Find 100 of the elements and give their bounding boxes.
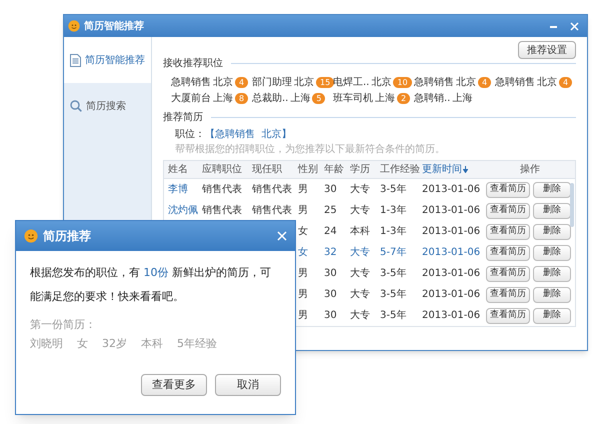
close-icon[interactable] [570, 22, 579, 30]
table-cell-text: 30 [324, 267, 338, 281]
delete-button[interactable]: 删除 [533, 266, 571, 282]
table-cell-text: 1-3年 [380, 204, 408, 218]
position-name[interactable]: 急聘销售 [495, 74, 535, 90]
table-cell-text: 男 [298, 267, 309, 281]
table-cell-text: 2013-01-06 [422, 225, 482, 239]
sidebar-item[interactable]: 简历智能推荐 [64, 37, 151, 83]
more-button[interactable]: 查看更多 [141, 374, 207, 396]
popup-title: 简历推荐 [43, 228, 91, 245]
table-cell-text: 3-5年 [380, 183, 408, 197]
column-header[interactable]: 工作经验 [380, 162, 422, 177]
column-header[interactable]: 年龄 [324, 162, 350, 177]
name-link[interactable]: 沈灼佩 [168, 203, 202, 218]
delete-button[interactable]: 删除 [533, 244, 571, 260]
resume-detail: 刘晓明 [30, 336, 63, 352]
position-name[interactable]: 电焊工.. [333, 74, 370, 90]
smiley-icon [24, 229, 38, 243]
resume-detail: 5年经验 [177, 336, 217, 352]
position-name[interactable]: 班车司机 [333, 90, 373, 106]
column-header[interactable]: 现任职 [252, 162, 298, 177]
table-cell-text: 销售代表 [252, 204, 293, 218]
table-cell-text: 2013-01-06 [422, 309, 482, 323]
resume-detail: 本科 [141, 336, 163, 352]
position-name[interactable]: 总裁助.. [252, 90, 288, 106]
count-badge: 8 [235, 92, 248, 104]
delete-button[interactable]: 删除 [533, 202, 571, 218]
table-cell-text: 大专 [350, 288, 371, 302]
delete-button[interactable]: 删除 [533, 224, 571, 240]
position-name[interactable]: 急聘销.. [414, 90, 450, 106]
table-cell-text: 30 [324, 288, 338, 302]
table-cell-text: 男 [298, 183, 309, 197]
table-cell-text: 男 [298, 288, 309, 302]
position-name[interactable]: 急聘销售 [414, 74, 454, 90]
sort-arrow-icon [463, 166, 468, 173]
position-link[interactable]: 【急聘销售 北京】 [205, 127, 292, 142]
sidebar-item[interactable]: 简历搜索 [64, 83, 151, 129]
table-cell-text: 销售代表 [202, 182, 243, 197]
column-header[interactable]: 学历 [350, 162, 380, 177]
delete-button[interactable]: 删除 [533, 286, 571, 302]
count-badge: 4 [478, 76, 492, 88]
popup-message: 根据您发布的职位，有 10份 新鲜出炉的简历，可能满足您的要求！快来看看吧。 [30, 265, 272, 305]
position-name[interactable]: 急聘销售 [171, 74, 211, 90]
table-cell-text: 男 [298, 204, 309, 218]
smiley-icon [68, 20, 80, 32]
view-resume-button[interactable]: 查看简历 [486, 202, 530, 218]
cancel-button[interactable]: 取消 [215, 374, 281, 396]
table-cell-text: 24 [324, 225, 338, 239]
view-resume-button[interactable]: 查看简历 [486, 308, 530, 324]
table-cell-text: 2013-01-06 [422, 204, 482, 218]
view-resume-button[interactable]: 查看简历 [486, 224, 530, 240]
window-title: 简历智能推荐 [84, 20, 144, 34]
column-header[interactable]: 应聘职位 [202, 162, 252, 177]
delete-button[interactable]: 删除 [533, 182, 571, 198]
position-city: 上海 [290, 92, 310, 106]
document-icon [70, 54, 81, 66]
count-badge: 5 [312, 92, 326, 104]
table-cell-text: 25 [324, 204, 338, 218]
table-cell-text: 3-5年 [380, 267, 408, 281]
table-cell-text: 2013-01-06 [422, 183, 482, 197]
table-cell-text: 3-5年 [380, 288, 408, 302]
count-badge: 2 [397, 92, 410, 104]
view-resume-button[interactable]: 查看简历 [486, 266, 530, 282]
table-cell-text: 大专 [350, 266, 371, 281]
position-city: 上海 [375, 92, 395, 106]
position-name[interactable]: 大厦前台 [171, 90, 211, 106]
table-cell-text: 大专 [350, 246, 371, 260]
position-city: 上海 [213, 92, 233, 106]
first-resume-label: 第一份简历： [30, 317, 97, 333]
resume-detail: 32岁 [102, 336, 127, 352]
settings-button[interactable]: 推荐设置 [518, 41, 576, 59]
table-cell-text: 30 [324, 183, 338, 197]
view-resume-button[interactable]: 查看简历 [486, 286, 530, 302]
table-cell-text: 3-5年 [380, 309, 408, 323]
count-badge: 15 [316, 76, 334, 88]
delete-button[interactable]: 删除 [533, 308, 571, 324]
table-cell-text: 销售代表 [202, 204, 243, 218]
table-cell-text: 5-7年 [380, 246, 408, 260]
table-cell-text: 销售代表 [252, 182, 293, 197]
column-header[interactable]: 操作 [486, 162, 574, 177]
position-name[interactable]: 部门助理 [252, 74, 292, 90]
position-city: 北京 [294, 76, 314, 90]
position-city: 上海 [452, 92, 472, 106]
scrollbar[interactable] [570, 183, 574, 227]
view-resume-button[interactable]: 查看简历 [486, 244, 530, 260]
hint-text: 帮帮根据您的招聘职位，为您推荐以下最新符合条件的简历。 [174, 142, 446, 157]
position-city: 北京 [371, 76, 392, 90]
table-cell-text: 女 [298, 225, 309, 239]
table-cell-text: 1-3年 [380, 225, 408, 239]
table-cell-text: 大专 [350, 182, 371, 197]
column-header[interactable]: 更新时间 [422, 162, 486, 177]
table-cell-text: 32 [324, 246, 338, 260]
view-resume-button[interactable]: 查看简历 [486, 182, 530, 198]
column-header[interactable]: 性别 [298, 162, 324, 177]
table-cell-text: 大专 [350, 204, 371, 218]
name-link[interactable]: 李博 [168, 182, 202, 197]
column-header[interactable]: 姓名 [168, 162, 202, 177]
count-badge: 4 [559, 76, 572, 88]
close-icon[interactable] [277, 231, 287, 241]
table-cell-text: 2013-01-06 [422, 288, 482, 302]
